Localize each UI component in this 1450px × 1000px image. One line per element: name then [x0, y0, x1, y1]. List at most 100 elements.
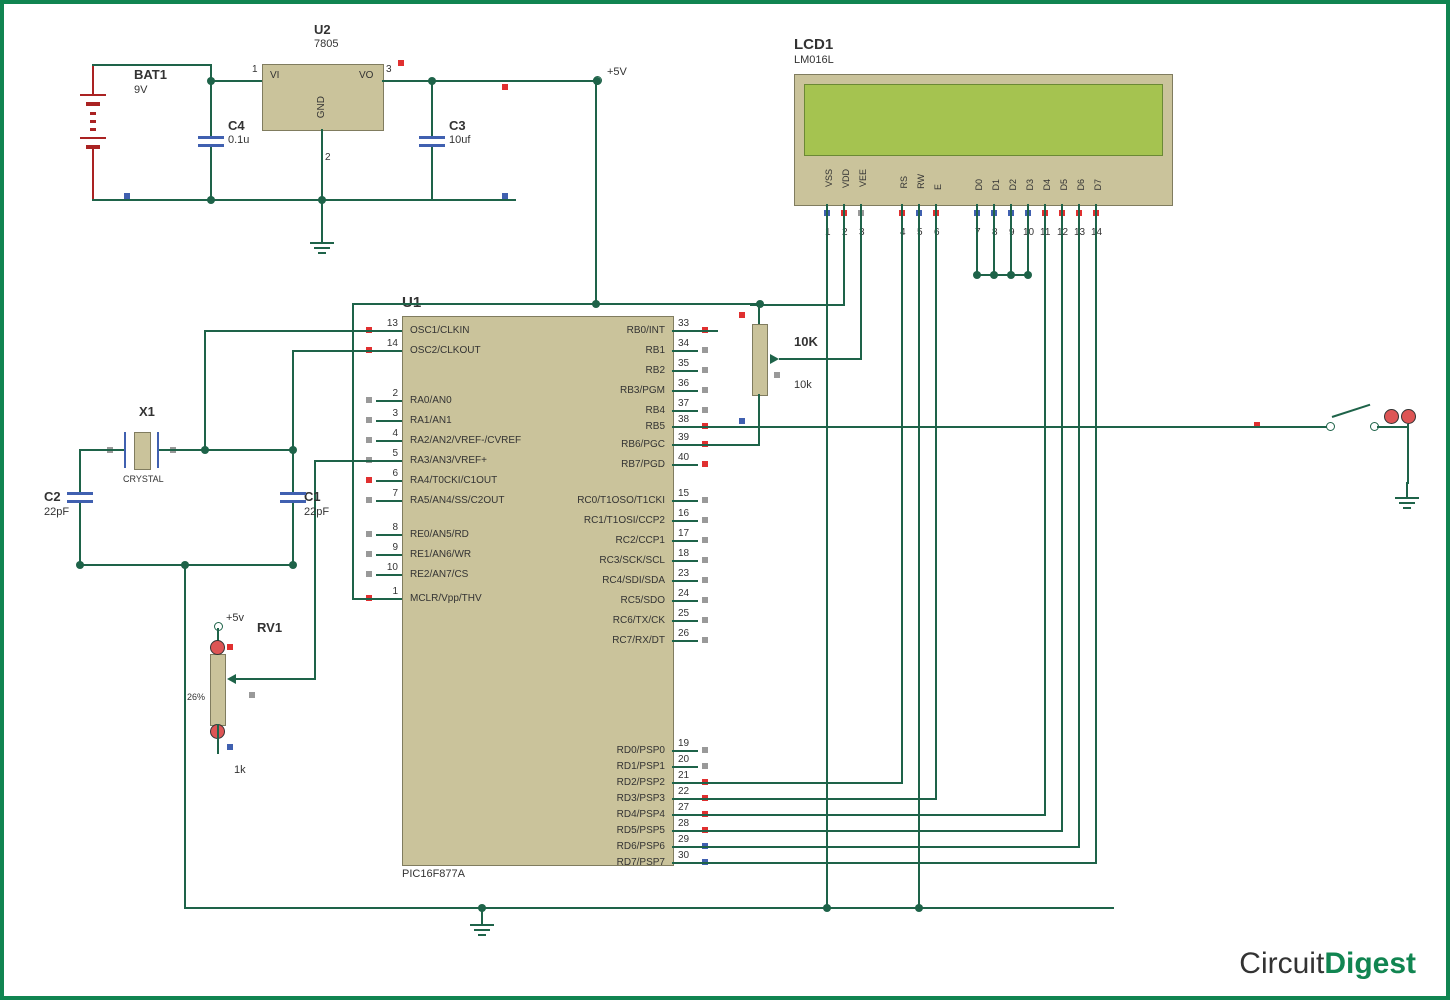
mcu-right-lead-18 — [672, 560, 698, 562]
mcu-left-num-8: 8 — [376, 522, 398, 533]
mcu-right-name-28: RD5/PSP5 — [410, 825, 665, 836]
lcd-lead-7 — [976, 204, 978, 244]
u2-n2: 2 — [325, 152, 331, 163]
u2-gnd: GND — [316, 96, 327, 118]
mcu-right-name-19: RD0/PSP0 — [410, 745, 665, 756]
j-rw-gnd — [915, 904, 923, 912]
mcu-right-lead-26 — [672, 640, 698, 642]
mcu-left-sq-6 — [366, 477, 372, 483]
lcd-pin-e: E — [933, 184, 943, 190]
mcu-right-name-24: RC5/SDO — [410, 595, 665, 606]
osc1-wire — [204, 330, 402, 332]
mcu-right-name-25: RC6/TX/CK — [410, 615, 665, 626]
bat-gnd-box — [124, 193, 130, 199]
wire-bat-to-reg — [92, 64, 212, 66]
mcu-right-num-15: 15 — [678, 488, 689, 499]
j-c2-gnd — [76, 561, 84, 569]
mcu-right-lead-24 — [672, 600, 698, 602]
lcd-pin-vee: VEE — [858, 169, 868, 187]
mcu-left-lead-9 — [376, 554, 402, 556]
rd4-h — [698, 814, 1046, 816]
sw-probe-1 — [1384, 409, 1399, 424]
bat-dot1 — [90, 112, 96, 115]
mcu-left-num-1: 1 — [376, 586, 398, 597]
rail-5v: +5V — [607, 66, 627, 78]
mcu-right-lead-30 — [672, 862, 698, 864]
lcd-pin-vss: VSS — [824, 169, 834, 187]
mclr-wire-v — [352, 303, 354, 600]
j-c1-gnd — [289, 561, 297, 569]
mcu-right-lead-21 — [672, 782, 698, 784]
riser-d6 — [1078, 244, 1080, 848]
mcu-right-name-26: RC7/RX/DT — [410, 635, 665, 646]
riser-rs — [901, 244, 903, 784]
mcu-right-name-36: RB3/PGM — [410, 385, 665, 396]
rv1-sq-b — [227, 744, 233, 750]
mcu-left-lead-4 — [376, 440, 402, 442]
mcu-right-lead-22 — [672, 798, 698, 800]
mcu-right-num-17: 17 — [678, 528, 689, 539]
mcu-left-num-4: 4 — [376, 428, 398, 439]
j-x1-r — [201, 446, 209, 454]
u2-vi-lead — [210, 80, 262, 82]
c2-p1 — [67, 492, 93, 495]
u2-gnd-lead — [321, 129, 323, 229]
mcu-right-num-33: 33 — [678, 318, 689, 329]
riser-d7 — [1095, 244, 1097, 864]
lcd-pin-d5: D5 — [1059, 179, 1069, 191]
mcu-right-name-23: RC4/SDI/SDA — [410, 575, 665, 586]
lcd-ref: LCD1 — [794, 36, 833, 53]
logo-b: Digest — [1324, 947, 1416, 980]
mcu-right-name-30: RD7/PSP7 — [410, 857, 665, 868]
mcu-left-num-14: 14 — [376, 338, 398, 349]
lcd-lead-11 — [1044, 204, 1046, 244]
riser-vdd — [843, 244, 845, 306]
pot10k-ref: 10K — [794, 334, 818, 349]
mcu-right-num-26: 26 — [678, 628, 689, 639]
mcu-left-num-5: 5 — [376, 448, 398, 459]
c4-ref: C4 — [228, 118, 245, 133]
u2-n1: 1 — [252, 64, 258, 75]
ra4-wire — [314, 460, 402, 462]
rb5-to-sw — [698, 426, 1270, 428]
mcu-left-lead-8 — [376, 534, 402, 536]
mclr-wire-top — [352, 303, 597, 305]
pot10k-wiper-sq — [774, 372, 780, 378]
mcu-left-lead-10 — [376, 574, 402, 576]
mcu-right-lead-28 — [672, 830, 698, 832]
pot10k-bot-lead — [758, 394, 760, 424]
mcu-right-num-20: 20 — [678, 754, 689, 765]
mcu-right-lead-20 — [672, 766, 698, 768]
lcd-pin-vdd: VDD — [841, 169, 851, 188]
rv1-probe-top — [210, 640, 225, 655]
mcu-right-lead-34 — [672, 350, 698, 352]
pot10k-body — [752, 324, 768, 396]
lcd-d03-bus — [976, 274, 1031, 276]
x1-l-up — [204, 330, 206, 451]
mcu-left-sq-8 — [366, 531, 372, 537]
mcu-right-num-38: 38 — [678, 414, 689, 425]
rv1-wiper-arrow — [227, 674, 236, 684]
x1-ref: X1 — [139, 404, 155, 419]
mcu-right-sq-20 — [702, 763, 708, 769]
u2-vi: VI — [270, 70, 279, 81]
wire-bat-gnd-h — [92, 199, 317, 201]
mcu-right-sq-34 — [702, 347, 708, 353]
c3-top-lead — [431, 80, 433, 136]
mcu-right-lead-17 — [672, 540, 698, 542]
bat-lead-top — [92, 64, 94, 94]
bat-dot2 — [90, 120, 96, 123]
mcu-left-name-6: RA4/T0CKI/C1OUT — [410, 475, 497, 486]
mcu-right-sq-18 — [702, 557, 708, 563]
mcu-right-lead-36 — [672, 390, 698, 392]
mcu-left-sq-3 — [366, 417, 372, 423]
c4-bot-lead — [210, 147, 212, 201]
rd5-h — [698, 830, 1063, 832]
bat-dot3 — [90, 128, 96, 131]
mcu-left-num-13: 13 — [376, 318, 398, 329]
bat-lead-bot — [92, 149, 94, 199]
c3-gnd-ext — [431, 199, 516, 201]
mcu-right-sq-16 — [702, 517, 708, 523]
x1-val: CRYSTAL — [123, 474, 164, 484]
lcd-lead-9 — [1010, 204, 1012, 244]
